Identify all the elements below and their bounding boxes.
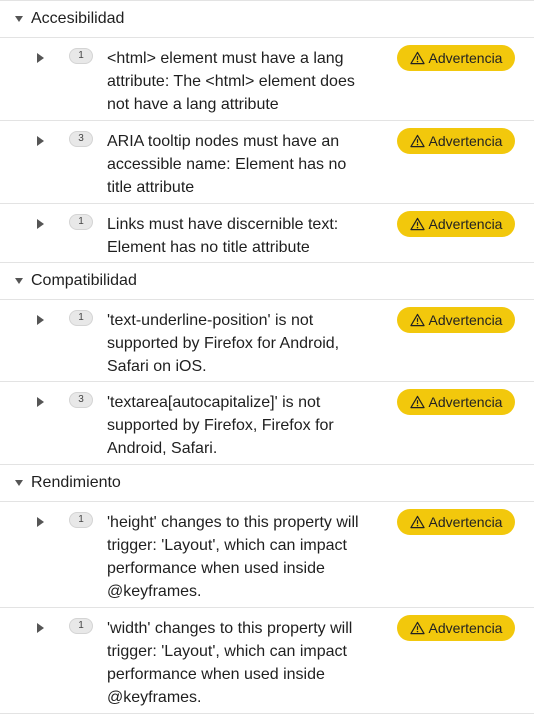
severity-badge: Advertencia (397, 509, 515, 535)
issue-text: Links must have discernible text: Elemen… (107, 216, 339, 256)
issue-text: 'text-underline-position' is not support… (107, 312, 340, 375)
warning-triangle-icon (409, 313, 425, 327)
category-title: Accesibilidad (31, 10, 125, 27)
warning-triangle-icon (409, 621, 425, 635)
severity-label: Advertencia (428, 50, 503, 66)
caret-down-icon[interactable] (15, 278, 23, 284)
category-title: Compatibilidad (31, 272, 137, 289)
warning-triangle-icon (409, 51, 425, 65)
severity-label: Advertencia (428, 133, 503, 149)
issues-panel: Accesibilidad 1 <html> element must have… (0, 0, 534, 714)
severity-badge: Advertencia (397, 45, 515, 71)
warning-triangle-icon (409, 515, 425, 529)
count-badge: 3 (69, 392, 93, 408)
issue-row[interactable]: 3 ARIA tooltip nodes must have an access… (0, 121, 534, 204)
severity-label: Advertencia (428, 394, 503, 410)
issue-row[interactable]: 1 Links must have discernible text: Elem… (0, 204, 534, 263)
caret-right-icon[interactable] (37, 315, 44, 325)
severity-badge: Advertencia (397, 615, 515, 641)
severity-badge: Advertencia (397, 389, 515, 415)
caret-right-icon[interactable] (37, 53, 44, 63)
severity-badge: Advertencia (397, 211, 515, 237)
caret-right-icon[interactable] (37, 219, 44, 229)
count-badge: 1 (69, 48, 93, 64)
issue-text: <html> element must have a lang attribut… (107, 50, 355, 113)
severity-label: Advertencia (428, 216, 503, 232)
count-badge: 1 (69, 618, 93, 634)
issue-row[interactable]: 1 'height' changes to this property will… (0, 502, 534, 608)
caret-down-icon[interactable] (15, 16, 23, 22)
warning-triangle-icon (409, 217, 425, 231)
caret-right-icon[interactable] (37, 136, 44, 146)
warning-triangle-icon (409, 395, 425, 409)
issue-row[interactable]: 3 'textarea[autocapitalize]' is not supp… (0, 382, 534, 465)
warning-triangle-icon (409, 134, 425, 148)
count-badge: 1 (69, 512, 93, 528)
category-title: Rendimiento (31, 474, 121, 491)
severity-badge: Advertencia (397, 128, 515, 154)
category-header-accesibilidad[interactable]: Accesibilidad (0, 1, 534, 38)
issue-text: 'textarea[autocapitalize]' is not suppor… (107, 394, 334, 457)
caret-down-icon[interactable] (15, 480, 23, 486)
category-header-rendimiento[interactable]: Rendimiento (0, 465, 534, 502)
issue-text: 'height' changes to this property will t… (107, 514, 359, 600)
issue-text: 'width' changes to this property will tr… (107, 620, 353, 706)
caret-right-icon[interactable] (37, 623, 44, 633)
severity-badge: Advertencia (397, 307, 515, 333)
issue-text: ARIA tooltip nodes must have an accessib… (107, 133, 347, 196)
caret-right-icon[interactable] (37, 517, 44, 527)
count-badge: 1 (69, 214, 93, 230)
issue-row[interactable]: 1 <html> element must have a lang attrib… (0, 38, 534, 121)
severity-label: Advertencia (428, 312, 503, 328)
category-header-compatibilidad[interactable]: Compatibilidad (0, 263, 534, 300)
issue-row[interactable]: 1 'text-underline-position' is not suppo… (0, 300, 534, 382)
count-badge: 3 (69, 131, 93, 147)
count-badge: 1 (69, 310, 93, 326)
severity-label: Advertencia (428, 514, 503, 530)
caret-right-icon[interactable] (37, 397, 44, 407)
severity-label: Advertencia (428, 620, 503, 636)
issue-row[interactable]: 1 'width' changes to this property will … (0, 608, 534, 714)
